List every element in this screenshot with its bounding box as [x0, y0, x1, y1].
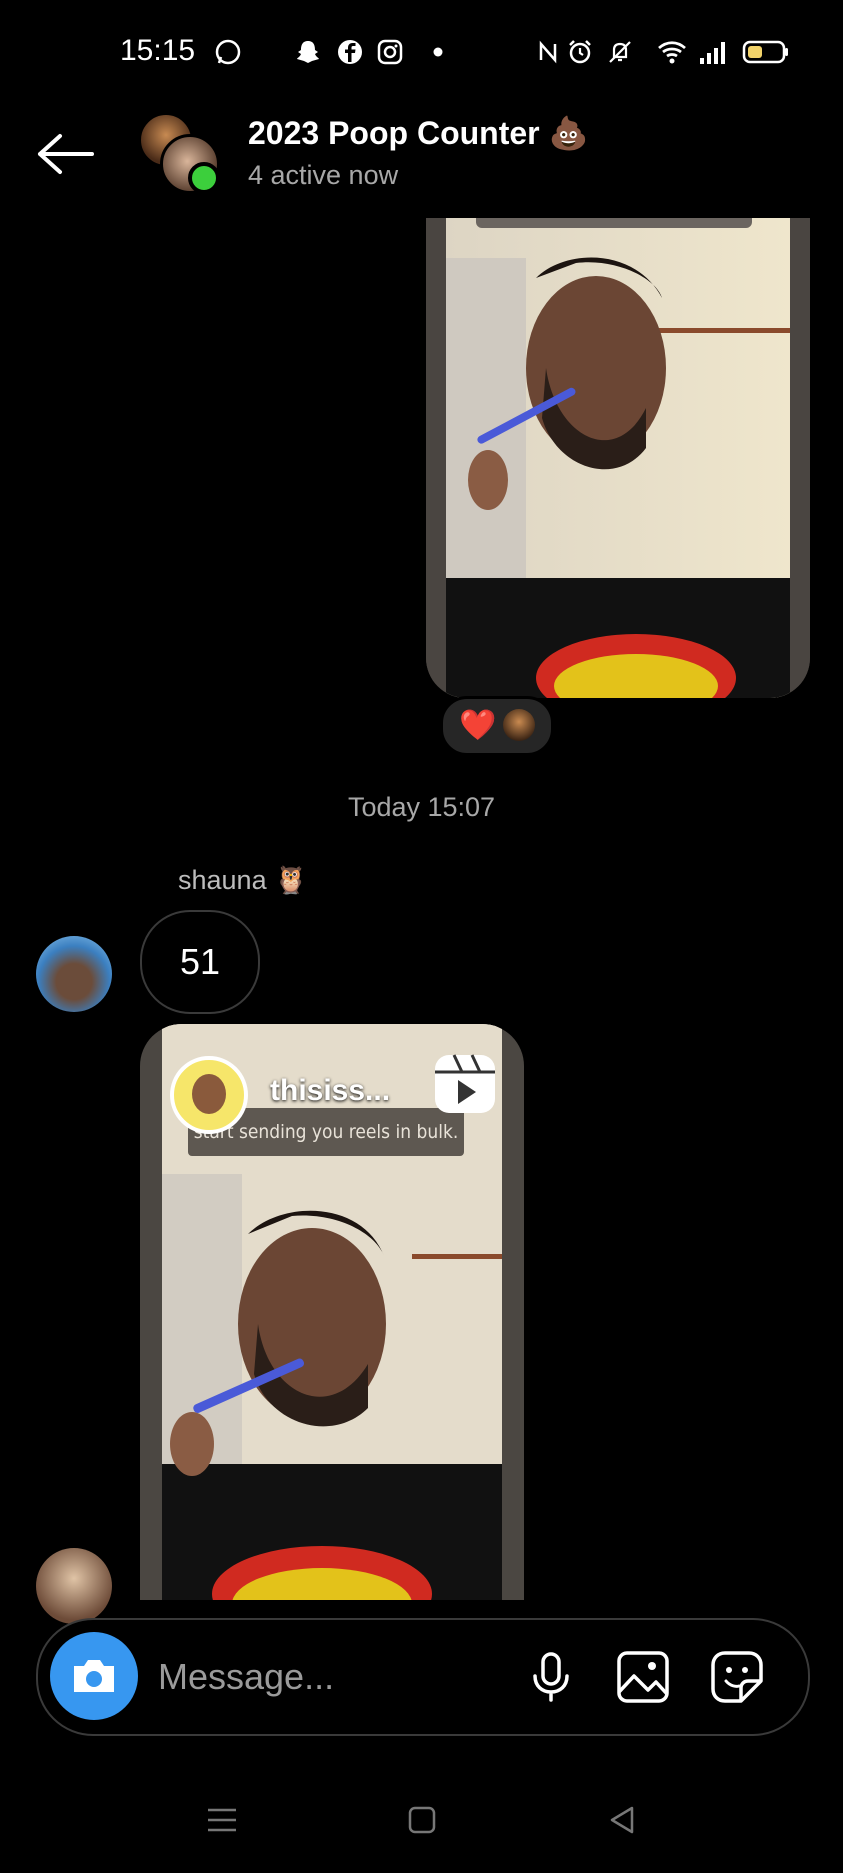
shared-video-thumbnail[interactable]	[426, 218, 810, 698]
microphone-icon[interactable]	[522, 1648, 580, 1706]
wifi-icon	[658, 41, 686, 64]
gallery-icon[interactable]	[614, 1648, 672, 1706]
reaction-pill[interactable]: ❤️	[440, 696, 554, 756]
sender-avatar-secondary[interactable]	[36, 1548, 112, 1624]
reel-username[interactable]: thisiss...	[270, 1074, 390, 1108]
menu-nav-icon[interactable]	[204, 1802, 240, 1838]
video-caption-bar	[476, 218, 752, 228]
message-text: 51	[179, 941, 221, 982]
instagram-icon	[377, 39, 403, 65]
mute-icon	[609, 41, 631, 63]
sender-avatar[interactable]	[36, 936, 112, 1012]
back-nav-icon[interactable]	[604, 1802, 640, 1838]
back-arrow-icon[interactable]	[36, 132, 96, 176]
status-time: 15:15	[120, 34, 196, 67]
snapchat-icon	[297, 41, 319, 63]
sticker-icon[interactable]	[708, 1648, 766, 1706]
dot-icon	[433, 47, 443, 57]
alarm-icon	[569, 40, 591, 64]
message-bubble[interactable]: 51	[140, 910, 260, 1014]
nfc-icon	[539, 40, 557, 64]
facebook-icon	[338, 40, 362, 64]
reel-author-face	[192, 1074, 226, 1114]
signal-icon	[700, 42, 725, 64]
camera-button[interactable]	[50, 1632, 138, 1720]
chat-title[interactable]: 2023 Poop Counter 💩	[248, 114, 588, 152]
reels-icon[interactable]	[432, 1052, 498, 1116]
group-avatar[interactable]	[138, 112, 220, 194]
reel-author-avatar[interactable]	[170, 1056, 248, 1134]
camera-icon	[74, 1660, 114, 1692]
message-input[interactable]	[158, 1654, 508, 1700]
reactor-avatar	[503, 709, 535, 741]
active-status-dot	[188, 162, 220, 194]
home-nav-icon[interactable]	[404, 1802, 440, 1838]
active-status-text: 4 active now	[248, 160, 399, 190]
sender-name: shauna 🦉	[178, 865, 308, 895]
heart-reaction: ❤️	[459, 709, 497, 742]
battery-icon	[742, 40, 788, 64]
whatsapp-icon	[215, 39, 241, 65]
message-timestamp: Today 15:07	[347, 792, 496, 822]
video-frame-image	[426, 218, 810, 698]
